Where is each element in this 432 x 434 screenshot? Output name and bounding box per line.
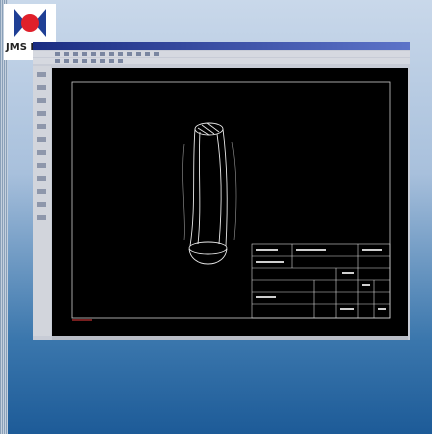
layer-icon[interactable] <box>100 59 105 63</box>
save-icon[interactable] <box>73 52 78 56</box>
mirror-icon[interactable] <box>37 189 46 194</box>
extrude-icon[interactable] <box>37 98 46 103</box>
window-titlebar[interactable] <box>33 42 410 50</box>
measure-icon[interactable] <box>37 202 46 207</box>
paste-icon[interactable] <box>109 52 114 56</box>
pattern-icon[interactable] <box>37 176 46 181</box>
snap-icon[interactable] <box>109 59 114 63</box>
part-base-curve <box>188 248 228 265</box>
left-edge-texture <box>0 0 8 434</box>
technical-drawing <box>71 81 391 321</box>
select-icon[interactable] <box>37 72 46 77</box>
grid-icon[interactable] <box>118 59 123 63</box>
title-block-text-marks <box>256 249 386 310</box>
copy-icon[interactable] <box>100 52 105 56</box>
pan-icon[interactable] <box>145 52 150 56</box>
section-icon[interactable] <box>37 215 46 220</box>
dim-icon[interactable] <box>91 59 96 63</box>
jms-logo-icon <box>14 9 46 37</box>
status-bar <box>52 336 408 340</box>
chamfer-icon[interactable] <box>37 137 46 142</box>
file-icon[interactable] <box>55 52 60 56</box>
part-left-edge <box>189 128 196 247</box>
cad-application-window <box>33 42 410 340</box>
line-icon[interactable] <box>55 59 60 63</box>
redo-icon[interactable] <box>127 52 132 56</box>
fillet-icon[interactable] <box>37 124 46 129</box>
rotate-icon[interactable] <box>154 52 159 56</box>
print-icon[interactable] <box>82 52 87 56</box>
open-icon[interactable] <box>64 52 69 56</box>
part-base-ellipse <box>188 241 228 255</box>
hole-icon[interactable] <box>37 150 46 155</box>
rect-icon[interactable] <box>82 59 87 63</box>
part-right-edge <box>222 128 228 247</box>
circle-icon[interactable] <box>64 59 69 63</box>
shell-icon[interactable] <box>37 163 46 168</box>
sketch-icon[interactable] <box>37 85 46 90</box>
title-block <box>251 243 391 319</box>
part-model <box>182 122 237 265</box>
drawing-viewport[interactable] <box>52 68 408 336</box>
undo-icon[interactable] <box>118 52 123 56</box>
feature-sidebar <box>33 66 51 336</box>
main-toolbar <box>33 51 410 57</box>
revolve-icon[interactable] <box>37 111 46 116</box>
sheet-border <box>71 81 391 319</box>
cut-icon[interactable] <box>91 52 96 56</box>
drawing-toolbar <box>33 58 410 64</box>
zoom-icon[interactable] <box>136 52 141 56</box>
arc-icon[interactable] <box>73 59 78 63</box>
